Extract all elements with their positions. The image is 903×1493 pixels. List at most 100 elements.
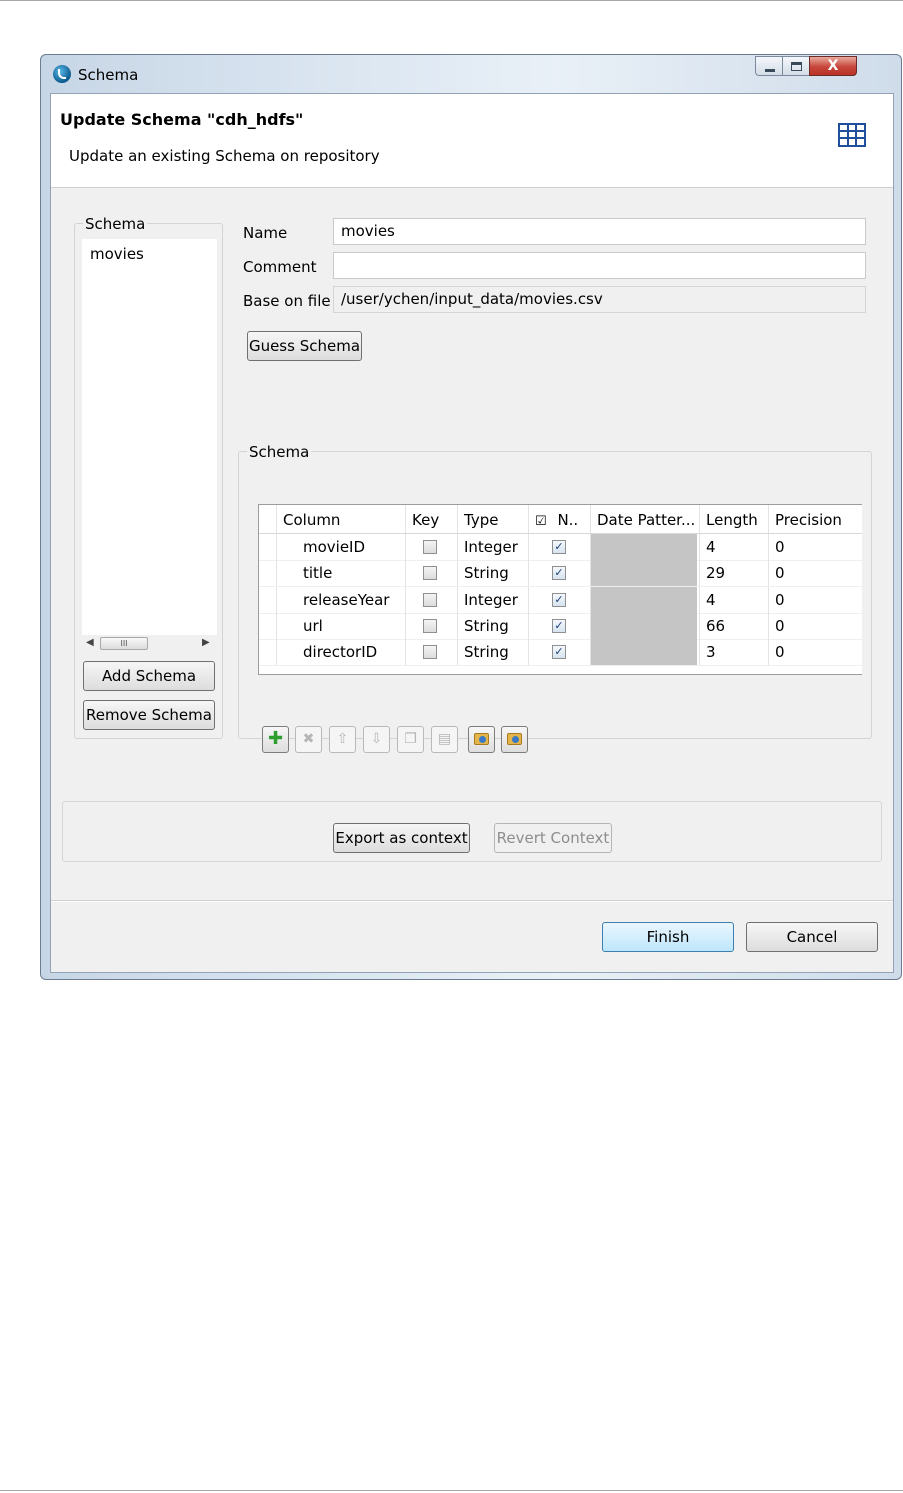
column-header-precision[interactable]: Precision [769,505,862,533]
schema-table[interactable]: Column Key Type ☑ N.. Date Patter... Len… [258,504,862,675]
nullable-checkbox[interactable]: ✓ [552,645,566,660]
row-selector[interactable] [259,560,277,587]
minimize-button[interactable] [755,56,783,76]
cell-type[interactable]: String [458,560,529,587]
add-schema-button[interactable]: Add Schema [83,661,215,691]
cell-key[interactable] [406,534,458,560]
table-row[interactable]: directorID String ✓ 3 0 [259,639,862,667]
date-pattern-disabled [591,560,697,587]
add-row-button[interactable]: ✚ [262,726,289,753]
row-selector[interactable] [259,586,277,613]
cell-type[interactable]: String [458,612,529,639]
cell-length[interactable]: 29 [700,560,769,587]
cell-nullable[interactable]: ✓ [529,560,591,587]
delete-row-button[interactable]: ✖ [295,726,322,753]
cell-nullable[interactable]: ✓ [529,586,591,613]
move-down-icon: ⇩ [370,731,383,747]
maximize-icon [791,62,802,71]
table-row[interactable]: title String ✓ 29 0 [259,560,862,588]
cell-type[interactable]: Integer [458,586,529,613]
export-context-button[interactable]: Export as context [333,823,470,853]
schema-list[interactable]: movies [82,239,217,635]
name-field[interactable]: movies [333,218,866,245]
cell-precision[interactable]: 0 [769,639,862,665]
table-header: Column Key Type ☑ N.. Date Patter... Len… [259,505,862,534]
table-row[interactable]: movieID Integer ✓ 4 0 [259,534,862,561]
export-schema-button[interactable] [501,726,528,753]
cell-key[interactable] [406,560,458,587]
cell-length[interactable]: 4 [700,534,769,560]
nullable-checkbox[interactable]: ✓ [552,618,566,633]
column-header-date-pattern[interactable]: Date Patter... [591,505,700,533]
cell-length[interactable]: 3 [700,639,769,666]
table-row[interactable]: url String ✓ 66 0 [259,612,862,640]
key-checkbox[interactable] [423,540,437,554]
close-button[interactable]: X [809,56,857,76]
cell-precision[interactable]: 0 [769,613,862,639]
revert-context-button[interactable]: Revert Context [494,823,612,853]
cell-nullable[interactable]: ✓ [529,612,591,639]
cell-nullable[interactable]: ✓ [529,639,591,666]
column-header-column[interactable]: Column [277,505,406,533]
cell-column[interactable]: directorID [277,639,406,666]
cell-precision[interactable]: 0 [769,534,862,560]
key-checkbox[interactable] [423,592,437,607]
schema-list-scrollbar[interactable]: ◀ III ▶ [82,635,217,652]
close-icon: X [827,58,839,74]
cell-key[interactable] [406,586,458,613]
row-selector[interactable] [259,534,277,560]
import-schema-button[interactable] [468,726,495,753]
scroll-left-icon[interactable]: ◀ [86,637,94,648]
cell-key[interactable] [406,639,458,666]
nullable-checkbox[interactable]: ✓ [552,566,566,581]
column-header-key[interactable]: Key [406,505,458,533]
cell-length[interactable]: 66 [700,612,769,639]
table-icon [838,123,866,147]
column-header-nullable[interactable]: ☑ N.. [529,505,591,533]
key-checkbox[interactable] [423,618,437,633]
row-selector[interactable] [259,639,277,666]
schema-list-item[interactable]: movies [90,245,144,263]
context-panel [62,801,882,862]
delete-row-icon: ✖ [302,731,315,747]
paste-button[interactable]: ▤ [431,726,458,753]
cell-type[interactable]: String [458,639,529,666]
nullable-checkbox[interactable]: ✓ [552,540,566,554]
finish-button[interactable]: Finish [602,922,734,952]
cell-column[interactable]: releaseYear [277,586,406,613]
row-header-corner [259,505,277,533]
guess-schema-button[interactable]: Guess Schema [247,331,362,361]
key-checkbox[interactable] [423,566,437,581]
column-header-length[interactable]: Length [700,505,769,533]
cell-length[interactable]: 4 [700,586,769,613]
maximize-button[interactable] [782,56,810,76]
page-description: Update an existing Schema on repository [69,147,380,165]
cell-precision[interactable]: 0 [769,587,862,613]
move-down-button[interactable]: ⇩ [363,726,390,753]
table-row[interactable]: releaseYear Integer ✓ 4 0 [259,586,862,614]
title-bar[interactable]: Schema X [41,55,901,93]
paste-icon: ▤ [437,731,452,747]
scroll-right-icon[interactable]: ▶ [202,637,210,648]
cell-column[interactable]: movieID [277,534,406,560]
key-checkbox[interactable] [423,645,437,660]
copy-button[interactable]: ❐ [397,726,424,753]
column-header-type[interactable]: Type [458,505,529,533]
comment-field[interactable] [333,252,866,279]
cell-nullable[interactable]: ✓ [529,534,591,560]
comment-label: Comment [243,258,317,276]
nullable-checkbox[interactable]: ✓ [552,592,566,607]
date-pattern-disabled [591,639,697,666]
remove-schema-button[interactable]: Remove Schema [83,700,215,730]
move-up-button[interactable]: ⇧ [329,726,356,753]
scroll-thumb[interactable]: III [100,637,148,650]
cell-column[interactable]: url [277,612,406,639]
cell-key[interactable] [406,612,458,639]
nullable-header-label: N.. [557,511,579,529]
cancel-button[interactable]: Cancel [746,922,878,952]
row-selector[interactable] [259,612,277,639]
cell-column[interactable]: title [277,560,406,587]
cell-precision[interactable]: 0 [769,560,862,586]
nullable-header-checkbox-icon[interactable]: ☑ [535,514,547,529]
cell-type[interactable]: Integer [458,534,529,560]
